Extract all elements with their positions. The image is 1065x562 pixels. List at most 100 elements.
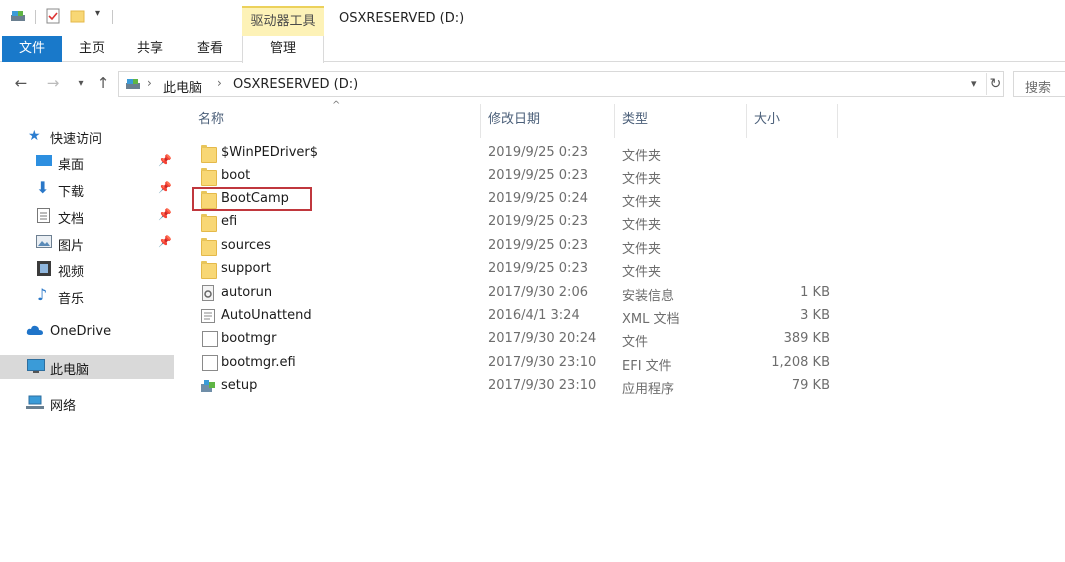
tab-file[interactable]: 文件 [2, 36, 62, 62]
column-header-size[interactable]: 大小 [754, 106, 780, 134]
pictures-icon [36, 235, 52, 251]
music-icon: ♪ [37, 285, 48, 304]
sidebar-item-music[interactable]: ♪ 音乐 [0, 284, 174, 308]
sidebar-item-desktop[interactable]: 桌面 📌 [0, 150, 174, 174]
highlight-box [192, 187, 312, 211]
properties-icon[interactable] [45, 8, 61, 24]
file-date: 2019/9/25 0:23 [488, 145, 588, 160]
tab-view[interactable]: 查看 [188, 36, 232, 62]
file-size: 1 KB [800, 285, 830, 300]
breadcrumb-this-pc[interactable]: 此电脑 [163, 77, 202, 96]
window-title: OSXRESERVED (D:) [339, 11, 465, 26]
file-name: sources [221, 238, 271, 253]
table-row[interactable]: boot 2019/9/25 0:23 文件夹 [188, 165, 838, 188]
sidebar-item-documents[interactable]: 文档 📌 [0, 204, 174, 228]
table-row[interactable]: AutoUnattend 2016/4/1 3:24 XML 文档 3 KB [188, 305, 838, 328]
file-size: 3 KB [800, 308, 830, 323]
pin-icon[interactable]: 📌 [158, 181, 172, 194]
file-type: 文件夹 [622, 265, 662, 280]
sidebar-item-quick-access[interactable]: ★ 快速访问 [0, 124, 174, 148]
column-divider[interactable] [480, 104, 481, 138]
tab-share[interactable]: 共享 [128, 36, 172, 62]
folder-icon [201, 145, 217, 163]
file-name: bootmgr.efi [221, 355, 296, 370]
breadcrumb-chevron-icon[interactable]: › [147, 76, 152, 90]
breadcrumb-drive[interactable]: OSXRESERVED (D:) [233, 77, 358, 92]
recent-locations-chevron-icon[interactable]: ▾ [72, 74, 90, 92]
file-date: 2017/9/30 2:06 [488, 285, 588, 300]
folder-icon [201, 238, 217, 256]
sidebar-item-network[interactable]: 网络 [0, 391, 174, 415]
sidebar-item-label: 此电脑 [50, 363, 90, 378]
file-type: 文件夹 [622, 149, 662, 164]
sidebar-item-this-pc[interactable]: 此电脑 [0, 355, 174, 379]
document-icon [37, 208, 53, 224]
file-date: 2019/9/25 0:23 [488, 261, 588, 276]
customize-toolbar-icon[interactable]: ▾ [95, 8, 100, 19]
file-type: EFI 文件 [622, 359, 672, 374]
sidebar-item-label: 快速访问 [50, 132, 103, 147]
folder-icon [201, 261, 217, 279]
up-arrow-icon[interactable]: ↑ [94, 74, 112, 92]
column-header-type[interactable]: 类型 [622, 106, 648, 134]
table-row[interactable]: support 2019/9/25 0:23 文件夹 [188, 258, 838, 281]
file-date: 2019/9/25 0:24 [488, 191, 588, 206]
table-row[interactable]: bootmgr.efi 2017/9/30 23:10 EFI 文件 1,208… [188, 352, 838, 375]
star-icon: ★ [28, 128, 41, 144]
folder-icon [201, 168, 217, 186]
sidebar-item-label: 下载 [58, 185, 85, 200]
column-divider[interactable] [746, 104, 747, 138]
column-divider[interactable] [614, 104, 615, 138]
sidebar-item-label: 桌面 [58, 158, 85, 173]
table-row[interactable]: sources 2019/9/25 0:23 文件夹 [188, 235, 838, 258]
table-row[interactable]: autorun 2017/9/30 2:06 安装信息 1 KB [188, 282, 838, 305]
settings-file-icon [200, 285, 216, 301]
breadcrumb-chevron-icon[interactable]: › [217, 76, 222, 90]
context-tab-drive-tools: 驱动器工具 [242, 6, 324, 36]
refresh-icon[interactable]: ↻ [986, 73, 1004, 95]
address-bar[interactable]: › 此电脑 › OSXRESERVED (D:) ▾ ↻ [118, 71, 1004, 97]
file-name: setup [221, 378, 258, 393]
sidebar-item-pictures[interactable]: 图片 📌 [0, 231, 174, 255]
file-date: 2017/9/30 23:10 [488, 378, 597, 393]
address-dropdown-icon[interactable]: ▾ [971, 77, 977, 90]
folder-icon [201, 214, 217, 232]
tab-manage[interactable]: 管理 [242, 36, 324, 63]
sidebar-item-videos[interactable]: 视频 [0, 257, 174, 281]
divider [112, 10, 113, 24]
forward-arrow-icon[interactable]: → [44, 74, 62, 92]
sidebar-item-downloads[interactable]: ⬇ 下载 📌 [0, 177, 174, 201]
file-name: $WinPEDriver$ [221, 145, 319, 160]
setup-app-icon [200, 378, 216, 394]
file-size: 389 KB [783, 331, 830, 346]
xml-file-icon [200, 308, 216, 324]
column-header-name[interactable]: 名称 [198, 106, 224, 134]
pin-icon[interactable]: 📌 [158, 154, 172, 167]
file-date: 2019/9/25 0:23 [488, 238, 588, 253]
file-date: 2019/9/25 0:23 [488, 214, 588, 229]
pin-icon[interactable]: 📌 [158, 235, 172, 248]
tab-home[interactable]: 主页 [70, 36, 114, 62]
file-type: XML 文档 [622, 312, 680, 327]
table-row[interactable]: setup 2017/9/30 23:10 应用程序 79 KB [188, 375, 838, 398]
drive-icon [10, 8, 26, 24]
table-row[interactable]: bootmgr 2017/9/30 20:24 文件 389 KB [188, 328, 838, 351]
file-icon [202, 331, 218, 347]
column-header-date[interactable]: 修改日期 [488, 106, 540, 134]
sidebar-item-label: 文档 [58, 212, 85, 227]
table-row[interactable]: efi 2019/9/25 0:23 文件夹 [188, 211, 838, 234]
new-folder-icon[interactable] [70, 8, 86, 24]
ribbon-tabs: 文件 主页 共享 查看 管理 [0, 36, 1065, 63]
sidebar-item-label: 音乐 [58, 292, 85, 307]
file-type: 文件夹 [622, 242, 662, 257]
drive-icon [125, 77, 141, 95]
cloud-icon [26, 324, 43, 340]
pin-icon[interactable]: 📌 [158, 208, 172, 221]
search-input[interactable]: 搜索 [1013, 71, 1065, 97]
sidebar-item-onedrive[interactable]: OneDrive [0, 320, 174, 344]
table-row[interactable]: $WinPEDriver$ 2019/9/25 0:23 文件夹 [188, 142, 838, 165]
file-type: 文件夹 [622, 218, 662, 233]
navigation-bar: ← → ▾ ↑ › 此电脑 › OSXRESERVED (D:) ▾ ↻ 搜索 [0, 66, 1065, 102]
back-arrow-icon[interactable]: ← [12, 74, 30, 92]
column-divider[interactable] [837, 104, 838, 138]
